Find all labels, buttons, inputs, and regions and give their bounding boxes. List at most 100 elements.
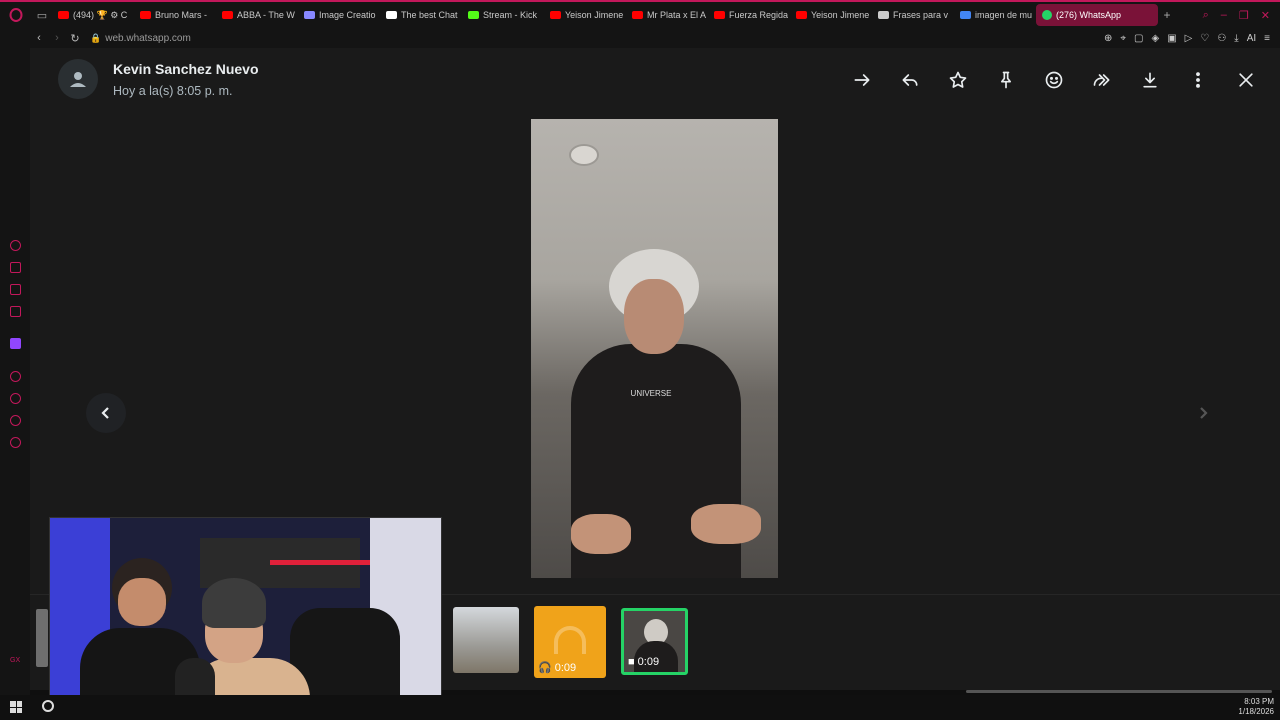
forward-button[interactable]: [1086, 64, 1118, 96]
refresh-icon[interactable]: [10, 240, 21, 251]
message-timestamp: Hoy a la(s) 8:05 p. m.: [113, 84, 233, 98]
tab-item[interactable]: Bruno Mars -: [134, 4, 216, 26]
tab-item[interactable]: Yeison Jimene: [790, 4, 872, 26]
news-icon[interactable]: [10, 306, 21, 317]
reply-button[interactable]: [894, 64, 926, 96]
system-clock[interactable]: 8:03 PM 1/18/2026: [1238, 697, 1274, 717]
messenger-icon[interactable]: [10, 284, 21, 295]
tab-item[interactable]: Fuerza Regida: [708, 4, 790, 26]
taskbar: 8:03 PM 1/18/2026: [0, 695, 1280, 720]
user-icon: [70, 72, 86, 87]
tab-item[interactable]: Stream - Kick: [462, 4, 544, 26]
contact-name: Kevin Sanchez Nuevo: [113, 61, 259, 77]
react-button[interactable]: [1038, 64, 1070, 96]
tab-favicon-icon: [222, 11, 233, 19]
clock-time: 8:03 PM: [1244, 697, 1274, 706]
tab-label: (276) WhatsApp: [1056, 10, 1122, 20]
browser-sidebar: [0, 48, 30, 720]
tab-label: ABBA - The W: [237, 10, 295, 20]
thumbnail-partial[interactable]: [36, 609, 48, 667]
zoom-icon[interactable]: ⊕: [1104, 33, 1112, 44]
tab-favicon-icon: [58, 11, 69, 19]
previous-media-button[interactable]: [86, 393, 126, 433]
download-button[interactable]: [1134, 64, 1166, 96]
tab-item[interactable]: Yeison Jimene: [544, 4, 626, 26]
gx-label: GX: [10, 657, 21, 664]
tab-label: (494) 🏆 ⚙ C: [73, 9, 128, 20]
go-to-message-button[interactable]: [846, 64, 878, 96]
tab-label: Yeison Jimene: [811, 10, 870, 20]
audio-duration: 🎧 0:09: [538, 661, 576, 675]
tab-favicon-icon: [878, 11, 889, 19]
tab-whatsapp[interactable]: (276) WhatsApp: [1036, 4, 1158, 26]
tab-item[interactable]: imagen de mu: [954, 4, 1036, 26]
windows-start-icon[interactable]: [10, 701, 22, 713]
shield-icon[interactable]: ◈: [1151, 33, 1159, 44]
tab-item[interactable]: Image Creatio: [298, 4, 380, 26]
next-media-button[interactable]: [1183, 393, 1223, 433]
minimize-button[interactable]: –: [1221, 9, 1227, 22]
webcam-overlay: [49, 517, 442, 720]
thumbnail-image[interactable]: [453, 607, 519, 673]
shirt-logo: UNIVERSE: [630, 389, 672, 398]
history-icon[interactable]: [10, 393, 21, 404]
tab-favicon-icon: [632, 11, 643, 19]
tab-item[interactable]: Mr Plata x El A: [626, 4, 708, 26]
profile-icon[interactable]: ⚇: [1217, 33, 1226, 44]
snapshot-icon[interactable]: ▢: [1134, 33, 1143, 44]
header-actions: [846, 64, 1262, 96]
maximize-button[interactable]: ❐: [1239, 9, 1249, 22]
download-icon[interactable]: ⤓: [1234, 33, 1238, 44]
window-controls: ⌕ – ❐ ✕: [1203, 9, 1280, 22]
ai-button[interactable]: AI: [1247, 33, 1256, 44]
address-tools: ⊕ ⌖ ▢ ◈ ▣ ▷ ♡ ⚇ ⤓ AI ≡: [1104, 33, 1280, 44]
close-window-button[interactable]: ✕: [1261, 9, 1270, 22]
opera-logo-icon[interactable]: [0, 2, 32, 28]
clock-date: 1/18/2026: [1238, 707, 1274, 716]
url-field[interactable]: 🔒 web.whatsapp.com: [90, 33, 191, 44]
kebab-menu-icon: [1196, 72, 1200, 88]
player-icon[interactable]: [10, 371, 21, 382]
streamer-2-cap: [202, 578, 266, 628]
vpn-icon[interactable]: ▣: [1167, 33, 1176, 44]
reply-icon: [902, 74, 918, 86]
forward-button[interactable]: ›: [48, 32, 66, 44]
controller-icon[interactable]: [10, 262, 21, 273]
more-options-button[interactable]: [1182, 64, 1214, 96]
search-icon[interactable]: [42, 700, 54, 712]
tab-item[interactable]: Frases para v: [872, 4, 954, 26]
viewer-header: Kevin Sanchez Nuevo Hoy a la(s) 8:05 p. …: [30, 48, 1280, 112]
video-duration: ■ 0:09: [628, 656, 659, 668]
tab-item[interactable]: (494) 🏆 ⚙ C: [52, 4, 134, 26]
play-icon[interactable]: ▷: [1185, 33, 1193, 44]
reload-button[interactable]: ↻: [66, 32, 84, 45]
menu-icon[interactable]: ≡: [1264, 33, 1270, 44]
pin-button[interactable]: [990, 64, 1022, 96]
new-tab-button[interactable]: +: [1158, 8, 1176, 22]
avatar[interactable]: [58, 59, 98, 99]
pin-icon[interactable]: ⌖: [1120, 33, 1126, 44]
tab-label: Frases para v: [893, 10, 949, 20]
tab-favicon-icon: [796, 11, 807, 19]
horizontal-scrollbar[interactable]: [966, 690, 1272, 693]
thumbnail-video-selected[interactable]: ■ 0:09: [621, 608, 688, 675]
tab-overview-icon[interactable]: ▭: [32, 2, 52, 28]
settings-icon[interactable]: [10, 437, 21, 448]
heart-icon[interactable]: ♡: [1200, 33, 1209, 44]
tab-label: Bruno Mars -: [155, 10, 208, 20]
browser-tabbar: ▭ (494) 🏆 ⚙ C Bruno Mars - ABBA - The W Ima…: [0, 0, 1280, 28]
search-tabs-icon[interactable]: ⌕: [1203, 9, 1209, 22]
star-button[interactable]: [942, 64, 974, 96]
video-frame[interactable]: UNIVERSE: [531, 119, 778, 578]
back-button[interactable]: ‹: [30, 32, 48, 44]
chat-icon[interactable]: [10, 415, 21, 426]
chevron-left-icon: [101, 407, 109, 419]
tab-favicon-icon: [468, 11, 479, 19]
person-right-hand: [691, 504, 761, 544]
twitch-icon[interactable]: [10, 338, 21, 349]
thumbnail-audio[interactable]: 🎧 0:09: [534, 606, 606, 678]
tab-favicon-icon: [140, 11, 151, 19]
close-viewer-button[interactable]: [1230, 64, 1262, 96]
tab-item[interactable]: ABBA - The W: [216, 4, 298, 26]
tab-item[interactable]: The best Chat: [380, 4, 462, 26]
